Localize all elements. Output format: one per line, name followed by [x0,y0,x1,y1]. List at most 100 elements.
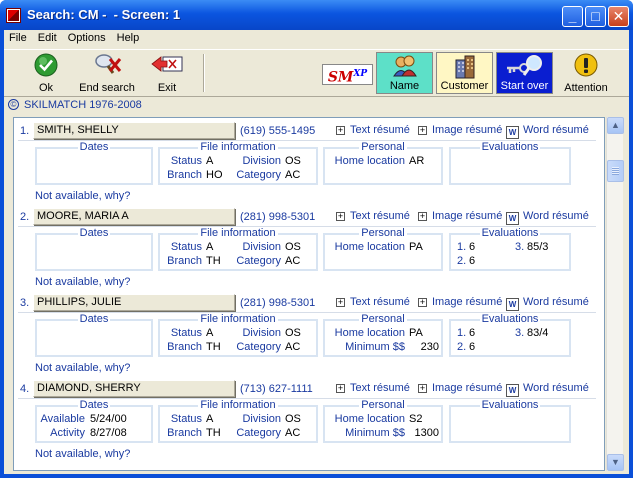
home-location-label: Home location [334,327,405,339]
customer-label: Customer [440,80,489,92]
not-available-link[interactable]: Not available, why? [35,276,130,288]
personal-panel-title: Personal [359,227,407,239]
word-resume-label: Word résumé [523,210,589,222]
evaluation-value: 6 [469,241,476,253]
exit-button[interactable]: Exit [144,52,190,94]
text-resume-link[interactable]: + Text résumé [336,210,410,222]
word-resume-link[interactable]: W Word résumé [506,382,589,397]
menu-options[interactable]: Options [63,30,112,44]
branch-label: Branch [167,341,202,353]
personal-panel-title: Personal [359,313,407,325]
activity-label: Activity [50,427,85,439]
branch-value: TH [206,427,221,439]
menu-file[interactable]: File [4,30,33,44]
image-resume-label: Image résumé [432,296,503,308]
evaluation-value: 6 [469,327,476,339]
not-available-link[interactable]: Not available, why? [35,190,130,202]
dates-panel-title: Dates [77,399,111,411]
logo-sup: XP [353,69,368,79]
start-over-button[interactable]: Start over [496,52,553,94]
dates-panel: Dates Available Activity [35,313,153,357]
ok-button[interactable]: Ok [22,52,70,94]
image-resume-label: Image résumé [432,382,503,394]
division-value: OS [285,413,301,425]
customer-button[interactable]: Customer [436,52,493,94]
status-value: A [206,155,214,167]
maximize-button[interactable]: □ [585,6,606,27]
home-location-value: PA [409,327,423,339]
activity-value: 8/27/08 [90,427,127,439]
candidate-name-button[interactable]: SMITH, SHELLY [33,122,235,139]
ok-label: Ok [38,82,54,94]
available-label: Available [40,413,85,425]
evaluation-value: 6 [469,255,476,267]
text-resume-link[interactable]: + Text résumé [336,296,410,308]
scroll-thumb[interactable] [607,160,624,182]
image-resume-link[interactable]: + Image résumé [418,296,502,308]
evaluations-panel-title: Evaluations [479,141,541,153]
status-label: Status [170,413,202,425]
record-number: 3. [20,297,30,309]
name-button[interactable]: Name [376,52,433,94]
menu-edit[interactable]: Edit [33,30,63,44]
text-resume-link[interactable]: + Text résumé [336,382,410,394]
dates-panel-title: Dates [77,313,111,325]
record-header: 1. SMITH, SHELLY (619) 555-1495 + Text ré… [18,121,596,141]
candidate-name-button[interactable]: DIAMOND, SHERRY [33,380,235,397]
not-available-link[interactable]: Not available, why? [35,362,130,374]
client-area: File Edit Options Help Ok End search Exi… [4,30,629,474]
word-doc-icon: W [506,298,519,311]
personal-panel: Personal Home location S2 Minimum $$ 130… [323,399,443,443]
available-value: 5/24/00 [90,413,127,425]
app-icon[interactable] [6,8,21,23]
end-search-label: End search [79,82,135,94]
image-resume-label: Image résumé [432,124,503,136]
end-search-button[interactable]: End search [76,52,138,94]
name-label: Name [389,80,420,92]
minimize-button[interactable]: _ [562,6,583,27]
result-record: 1. SMITH, SHELLY (619) 555-1495 + Text ré… [14,118,604,204]
exit-icon [151,56,183,72]
scroll-down-button[interactable]: ▼ [607,454,624,471]
evaluation-number: 3. [515,241,525,253]
evaluations-panel: Evaluations 1. 6 3. 83/4 2. 6 [449,313,571,357]
evaluation-value: 83/4 [527,327,549,339]
close-button[interactable]: ✕ [608,6,629,27]
evaluations-panel: Evaluations [449,141,571,185]
record-number: 1. [20,125,30,137]
evaluations-panel-title: Evaluations [479,399,541,411]
record-header: 4. DIAMOND, SHERRY (713) 627-1111 + Text … [18,379,596,399]
personal-panel: Personal Home location PA Minimum $$ 230 [323,313,443,357]
category-label: Category [236,341,281,353]
text-resume-link[interactable]: + Text résumé [336,124,410,136]
word-resume-link[interactable]: W Word résumé [506,210,589,225]
expand-icon: + [418,211,427,221]
image-resume-link[interactable]: + Image résumé [418,210,502,222]
category-label: Category [236,169,281,181]
title-bar[interactable]: Search: CM - - Screen: 1 _ □ ✕ [0,0,633,30]
phone-link[interactable]: (281) 998-5301 [240,297,315,309]
text-resume-label: Text résumé [350,124,410,136]
candidate-name-button[interactable]: PHILLIPS, JULIE [33,294,235,311]
not-available-link[interactable]: Not available, why? [35,448,130,460]
division-value: OS [285,155,301,167]
image-resume-link[interactable]: + Image résumé [418,124,502,136]
phone-link[interactable]: (713) 627-1111 [240,383,313,395]
word-resume-link[interactable]: W Word résumé [506,124,589,139]
home-location-label: Home location [334,155,405,167]
minimum-value: 1300 [414,427,439,439]
branch-label: Branch [167,255,202,267]
scroll-up-button[interactable]: ▲ [607,117,624,134]
candidate-name-button[interactable]: MOORE, MARIA A [33,208,235,225]
category-label: Category [236,255,281,267]
vertical-scrollbar[interactable]: ▲ ▼ [606,117,624,471]
attention-button[interactable]: Attention [560,52,612,94]
phone-link[interactable]: (619) 555-1495 [240,125,315,137]
results-list[interactable]: 1. SMITH, SHELLY (619) 555-1495 + Text ré… [13,117,605,471]
ok-check-icon [34,53,58,77]
menu-help[interactable]: Help [112,30,146,44]
word-resume-link[interactable]: W Word résumé [506,296,589,311]
phone-link[interactable]: (281) 998-5301 [240,211,315,223]
image-resume-link[interactable]: + Image résumé [418,382,502,394]
image-resume-label: Image résumé [432,210,503,222]
